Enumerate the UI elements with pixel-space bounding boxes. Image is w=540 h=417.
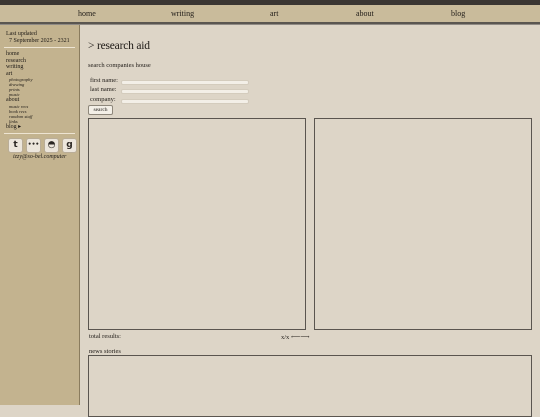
news-stories-panel[interactable] bbox=[88, 355, 532, 417]
topnav-about[interactable]: about bbox=[356, 9, 374, 18]
company-input[interactable] bbox=[121, 99, 249, 104]
first-name-label: first name: bbox=[90, 77, 118, 84]
contact-email[interactable]: izzy@so-bel.computer bbox=[13, 154, 66, 161]
sidebar-nav: home research writing art photography dr… bbox=[6, 51, 32, 130]
last-name-input[interactable] bbox=[121, 89, 249, 94]
result-detail-panel[interactable] bbox=[314, 118, 532, 330]
results-list-panel[interactable] bbox=[88, 118, 306, 330]
social-icons: t ••• ◓ g bbox=[8, 138, 77, 153]
topnav-art[interactable]: art bbox=[270, 9, 278, 18]
total-results-label: total results: bbox=[89, 333, 121, 340]
last-name-label: last name: bbox=[90, 86, 117, 93]
sidebar-divider-2 bbox=[4, 133, 75, 134]
page-indicator: x/x bbox=[281, 334, 290, 341]
company-label: company: bbox=[90, 96, 116, 103]
prev-page-button[interactable]: ⟵ bbox=[291, 334, 300, 341]
first-name-input[interactable] bbox=[121, 80, 249, 85]
pagination: x/x ⟵⟶ bbox=[281, 333, 310, 341]
sidebar-divider bbox=[4, 47, 75, 48]
more-icon[interactable]: ••• bbox=[26, 138, 41, 153]
sidebar-item-blog[interactable]: blog ▸ bbox=[6, 124, 32, 131]
tumblr-icon[interactable]: t bbox=[8, 138, 23, 153]
news-stories-label: news stories bbox=[89, 348, 121, 355]
last-updated-date: 7 September 2025 - 2321 bbox=[9, 37, 70, 44]
search-button[interactable]: search bbox=[88, 105, 113, 115]
next-page-button[interactable]: ⟶ bbox=[300, 334, 309, 341]
top-navigation: home writing art about blog bbox=[0, 5, 540, 24]
page-title: > research aid bbox=[88, 40, 150, 52]
discord-icon[interactable]: ◓ bbox=[44, 138, 59, 153]
sidebar-subitem-random-stuff[interactable]: random stuff bbox=[6, 114, 32, 119]
main-content: > research aid search companies house fi… bbox=[80, 25, 540, 417]
goodreads-icon[interactable]: g bbox=[62, 138, 77, 153]
topnav-home[interactable]: home bbox=[78, 9, 96, 18]
sidebar: Last updated 7 September 2025 - 2321 hom… bbox=[0, 25, 80, 405]
topnav-blog[interactable]: blog bbox=[451, 9, 465, 18]
page-subtitle: search companies house bbox=[88, 62, 151, 69]
topnav-writing[interactable]: writing bbox=[171, 9, 194, 18]
